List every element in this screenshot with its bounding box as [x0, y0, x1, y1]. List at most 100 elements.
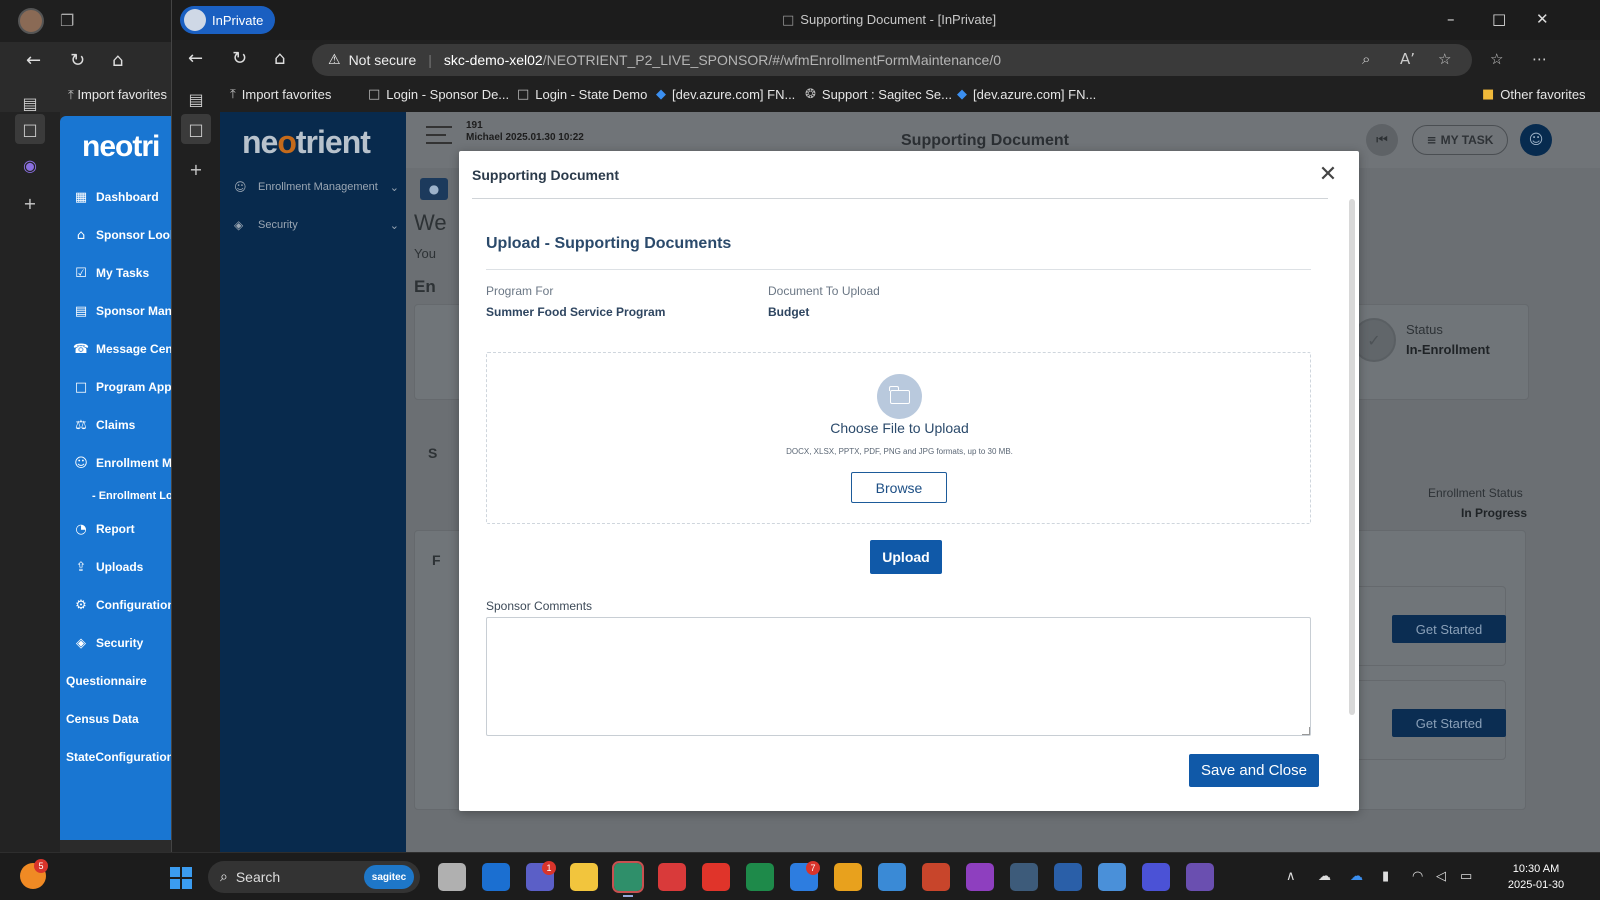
favorites-icon[interactable]: ☆: [1490, 50, 1503, 68]
sidebar-item-enrollment-management[interactable]: ☺ Enrollment Management ⌄: [234, 174, 399, 200]
document-to-upload-value: Budget: [768, 305, 810, 319]
bg-menu-enrollment-lookup[interactable]: - Enrollment Lo: [72, 482, 175, 510]
location-pin-icon[interactable]: ●: [420, 178, 448, 200]
clock-app-icon[interactable]: [966, 863, 994, 891]
volume-icon[interactable]: ◁: [1436, 869, 1446, 884]
back-icon[interactable]: ←: [188, 48, 203, 69]
outlook-icon[interactable]: [482, 863, 510, 891]
taskbar-search[interactable]: ⌕ Search sagitec: [208, 861, 420, 893]
workspaces-icon[interactable]: ❐: [60, 11, 74, 30]
battery-icon[interactable]: ▭: [1460, 869, 1472, 884]
bg-menu-enrollment-management[interactable]: ☺ Enrollment Mar: [72, 444, 175, 482]
bg-menu-security[interactable]: ◈ Security: [72, 624, 175, 662]
new-tab-icon[interactable]: +: [181, 154, 211, 184]
onedrive-icon[interactable]: ☁: [1350, 869, 1363, 884]
bg-menu-claims[interactable]: ⚖ Claims: [72, 406, 175, 444]
fav-support[interactable]: ❂ Support : Sagitec Se...: [805, 87, 952, 102]
tab-panel-icon[interactable]: ▤: [181, 84, 211, 114]
bank-icon: ⌂: [76, 227, 86, 243]
bg-menu-message-center[interactable]: ☎ Message Cente: [72, 330, 175, 368]
resize-handle-icon[interactable]: [1302, 727, 1310, 735]
task-view-icon[interactable]: [438, 863, 466, 891]
file-dropzone[interactable]: Choose File to Upload DOCX, XLSX, PPTX, …: [486, 352, 1311, 524]
hamburger-menu-icon[interactable]: [426, 126, 452, 144]
bg-menu-sponsor-management[interactable]: ▤ Sponsor Manag: [72, 292, 175, 330]
wifi-icon[interactable]: ◠: [1412, 869, 1423, 884]
profile-avatar[interactable]: [18, 8, 44, 34]
powerpoint-icon[interactable]: [922, 863, 950, 891]
folders-icon[interactable]: [834, 863, 862, 891]
fav-azure-2[interactable]: ◆ [dev.azure.com] FN...: [957, 87, 1096, 102]
home-icon[interactable]: ⌂: [112, 50, 123, 71]
start-icon[interactable]: [170, 867, 192, 889]
bg-menu-program-application[interactable]: □ Program Applic: [72, 368, 175, 406]
fav-import-favorites[interactable]: ⤒ Import favorites: [230, 87, 331, 102]
background-navbar: ← ↻ ⌂: [0, 42, 175, 80]
bg-menu-census-data[interactable]: Census Data: [66, 700, 175, 738]
excel-icon[interactable]: [746, 863, 774, 891]
upload-button[interactable]: Upload: [870, 540, 942, 574]
page-tab-icon[interactable]: □: [181, 114, 211, 144]
browse-button[interactable]: Browse: [851, 472, 947, 503]
manage-icon: ▤: [74, 303, 88, 319]
refresh-icon[interactable]: ↻: [232, 48, 247, 69]
fav-azure-1[interactable]: ◆ [dev.azure.com] FN...: [656, 87, 795, 102]
app-circle-icon[interactable]: [1142, 863, 1170, 891]
refresh-icon[interactable]: ↻: [70, 50, 85, 71]
bg-menu-my-tasks[interactable]: ☑ My Tasks: [72, 254, 175, 292]
maximize-icon[interactable]: □: [1492, 10, 1506, 28]
page-tab-icon[interactable]: □: [15, 114, 45, 144]
user-avatar-icon[interactable]: ☺: [1520, 124, 1552, 156]
notepad-icon[interactable]: [1098, 863, 1126, 891]
security-label[interactable]: Not secure: [349, 52, 417, 68]
app-search-icon[interactable]: [1186, 863, 1214, 891]
close-icon[interactable]: ✕: [1313, 159, 1343, 189]
bg-menu-configurations[interactable]: ⚙ Configurations: [72, 586, 175, 624]
sidebar-item-security[interactable]: ◈ Security ⌄: [234, 212, 399, 238]
bg-menu-sponsor-lookup[interactable]: ⌂ Sponsor Looku: [72, 216, 175, 254]
more-icon[interactable]: ⋯: [1532, 50, 1547, 68]
sponsor-comments-textarea[interactable]: [486, 617, 1311, 736]
bg-menu-report[interactable]: ◔ Report: [72, 510, 175, 548]
vpn-icon[interactable]: [1010, 863, 1038, 891]
tray-weather-icon[interactable]: ☁: [1318, 869, 1331, 884]
favorites-bar: ⤒ Import favorites □ Login - Sponsor De...…: [172, 80, 1600, 112]
app-s-icon[interactable]: [658, 863, 686, 891]
favorite-star-icon[interactable]: ☆: [1438, 50, 1451, 68]
inprivate-badge[interactable]: InPrivate: [180, 6, 276, 34]
zoom-icon[interactable]: ⌕: [1362, 50, 1370, 68]
new-tab-icon[interactable]: +: [15, 188, 45, 218]
modal-scrollbar[interactable]: [1349, 199, 1355, 715]
other-favorites[interactable]: ■ Other favorites: [1482, 87, 1586, 102]
read-aloud-icon[interactable]: A’: [1400, 50, 1415, 68]
warning-icon[interactable]: ⚠: [328, 52, 341, 68]
minimize-icon[interactable]: –: [1447, 10, 1455, 28]
fav-login-sponsor[interactable]: □ Login - Sponsor De...: [368, 87, 509, 102]
fav-login-state[interactable]: □ Login - State Demo: [517, 87, 647, 102]
taskbar-clock[interactable]: 10:30 AM 2025-01-30: [1486, 861, 1586, 893]
photos-icon[interactable]: [878, 863, 906, 891]
my-task-button[interactable]: ≡ MY TASK: [1412, 125, 1508, 155]
bg-menu-state-configuration[interactable]: StateConfiguration: [66, 738, 175, 776]
back-to-start-icon[interactable]: ⏮: [1366, 124, 1398, 156]
address-bar[interactable]: ⚠ Not secure | skc-demo-xel02/NEOTRIENT_…: [312, 44, 1472, 76]
vivaldi-icon[interactable]: [702, 863, 730, 891]
tray-chevron-icon[interactable]: ∧: [1286, 869, 1296, 884]
copilot-tab-icon[interactable]: ◉: [15, 150, 45, 180]
microphone-icon[interactable]: ▮: [1382, 869, 1389, 884]
home-icon[interactable]: ⌂: [274, 48, 285, 69]
bg-import-favorites[interactable]: ⤒ Import favorites: [68, 87, 167, 103]
bg-menu-uploads[interactable]: ⇪ Uploads: [72, 548, 175, 586]
powershell-icon[interactable]: [1054, 863, 1082, 891]
clock-time: 10:30 AM: [1512, 863, 1560, 875]
get-started-button[interactable]: Get Started: [1392, 709, 1506, 737]
azure-icon: ◆: [957, 87, 967, 102]
file-explorer-icon[interactable]: [570, 863, 598, 891]
back-icon[interactable]: ←: [26, 50, 41, 71]
save-and-close-button[interactable]: Save and Close: [1189, 754, 1319, 787]
close-window-icon[interactable]: ✕: [1536, 10, 1549, 28]
bg-menu-dashboard[interactable]: ▦ Dashboard: [72, 178, 175, 216]
bg-menu-questionnaire[interactable]: Questionnaire: [66, 662, 175, 700]
get-started-button[interactable]: Get Started: [1392, 615, 1506, 643]
edge-icon[interactable]: [612, 861, 644, 897]
